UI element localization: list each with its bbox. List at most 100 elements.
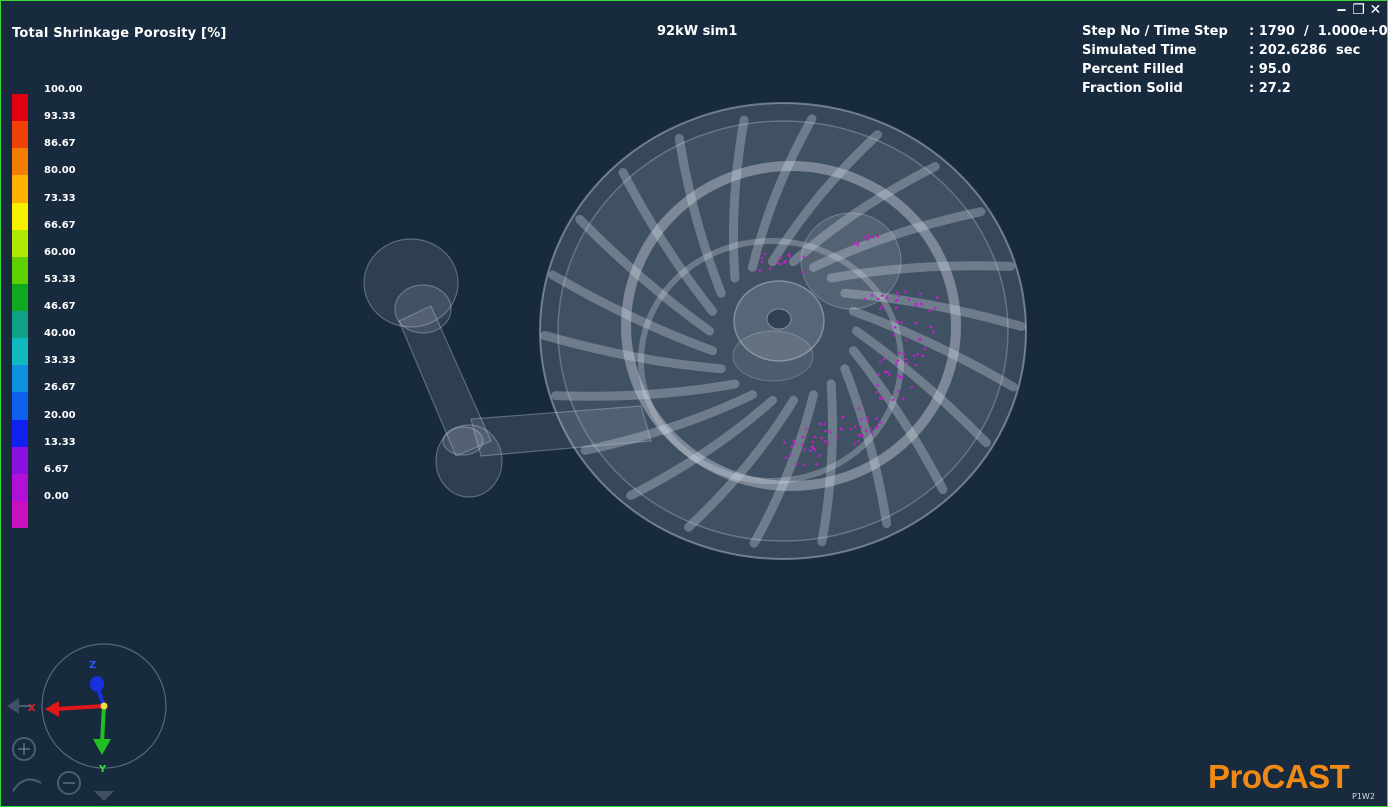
legend-title: Total Shrinkage Porosity [%] xyxy=(12,26,227,41)
color-scale-tick-label: 40.00 xyxy=(44,328,76,340)
porosity-point xyxy=(801,271,805,274)
porosity-point xyxy=(914,363,917,367)
color-scale-segment xyxy=(12,419,28,447)
porosity-point xyxy=(871,235,875,239)
color-scale-tick-label: 66.67 xyxy=(44,219,76,231)
porosity-point xyxy=(914,304,918,308)
impeller xyxy=(539,102,1027,560)
porosity-point xyxy=(896,374,900,377)
porosity-point xyxy=(875,417,878,420)
pan-left-icon[interactable] xyxy=(7,698,19,714)
porosity-point xyxy=(827,441,830,445)
color-scale-tick-label: 33.33 xyxy=(44,355,76,367)
porosity-point xyxy=(779,262,782,266)
porosity-point xyxy=(801,435,805,439)
porosity-point xyxy=(905,361,909,365)
color-scale-segment xyxy=(12,500,28,528)
porosity-point xyxy=(828,430,832,434)
porosity-point xyxy=(802,255,806,259)
porosity-point xyxy=(867,234,871,238)
info-label: Simulated Time xyxy=(1082,43,1197,58)
zoom-out-icon[interactable] xyxy=(57,771,81,795)
porosity-point xyxy=(865,416,869,420)
porosity-point xyxy=(792,439,796,443)
porosity-point xyxy=(878,307,882,311)
porosity-point xyxy=(916,352,919,356)
porosity-point xyxy=(803,463,806,467)
porosity-point xyxy=(912,354,916,358)
minimize-icon[interactable]: ‒ xyxy=(1334,3,1349,18)
color-scale-segment xyxy=(12,202,28,230)
porosity-point xyxy=(880,397,884,400)
porosity-point xyxy=(936,296,939,299)
porosity-point xyxy=(852,242,856,246)
porosity-point xyxy=(768,267,772,270)
porosity-point xyxy=(884,371,887,374)
porosity-point xyxy=(882,357,886,361)
zoom-in-icon[interactable] xyxy=(12,737,36,761)
porosity-point xyxy=(902,352,906,356)
porosity-point xyxy=(858,434,861,438)
porosity-point xyxy=(849,428,853,431)
porosity-point xyxy=(918,338,922,342)
info-label: Percent Filled xyxy=(1082,62,1184,77)
color-scale-tick-label: 26.67 xyxy=(44,382,76,394)
porosity-point xyxy=(804,427,808,431)
porosity-point xyxy=(876,297,880,301)
porosity-point xyxy=(900,321,903,324)
color-scale-segment xyxy=(12,311,28,339)
porosity-point xyxy=(875,391,878,394)
orientation-triad[interactable]: X Y Z xyxy=(1,631,181,806)
rotate-icon[interactable] xyxy=(12,778,42,792)
porosity-point xyxy=(779,256,783,259)
porosity-point xyxy=(856,243,860,247)
porosity-point xyxy=(919,302,923,306)
porosity-point xyxy=(881,305,884,308)
porosity-point xyxy=(760,260,764,264)
x-axis-label: X xyxy=(28,703,36,714)
porosity-point xyxy=(763,252,767,256)
porosity-point xyxy=(866,419,869,423)
porosity-point xyxy=(855,241,859,244)
restore-icon[interactable]: ❐ xyxy=(1351,3,1366,18)
porosity-point xyxy=(886,370,889,374)
color-scale-tick-label: 20.00 xyxy=(44,409,76,421)
porosity-point xyxy=(801,443,804,446)
color-scale-bar xyxy=(12,94,28,528)
porosity-point xyxy=(823,422,826,426)
porosity-point xyxy=(877,373,881,376)
window-controls: ‒ ❐ ✕ xyxy=(1334,3,1383,19)
color-scale-segment xyxy=(12,283,28,311)
y-axis-label: Y xyxy=(98,764,107,775)
pan-down-icon[interactable] xyxy=(94,791,114,801)
porosity-point xyxy=(785,456,788,460)
porosity-point xyxy=(861,434,865,438)
porosity-point xyxy=(857,407,860,410)
info-value: : 95.0 xyxy=(1249,62,1291,77)
y-axis-arrow-icon xyxy=(93,739,111,755)
porosity-point xyxy=(905,339,908,342)
porosity-point xyxy=(876,384,879,387)
color-scale-tick-label: 73.33 xyxy=(44,192,76,204)
porosity-point xyxy=(888,373,891,377)
3d-viewport[interactable]: Total Shrinkage Porosity [%] 100.00 93.33… xyxy=(0,0,1388,807)
porosity-point xyxy=(823,440,827,443)
porosity-point xyxy=(885,296,889,300)
porosity-point xyxy=(910,385,914,389)
porosity-point xyxy=(776,261,780,265)
porosity-point xyxy=(904,290,907,293)
color-scale-segment xyxy=(12,392,28,420)
porosity-point xyxy=(897,390,900,393)
porosity-point xyxy=(863,297,867,301)
porosity-point xyxy=(893,325,897,329)
porosity-point xyxy=(790,445,794,448)
porosity-point xyxy=(760,256,764,260)
porosity-point xyxy=(788,254,791,258)
porosity-point xyxy=(898,351,901,355)
porosity-point xyxy=(875,426,878,430)
close-icon[interactable]: ✕ xyxy=(1368,3,1383,18)
porosity-point xyxy=(840,427,843,431)
porosity-point xyxy=(923,347,927,351)
casting-model[interactable] xyxy=(1,1,1387,806)
color-scale-segment xyxy=(12,121,28,149)
